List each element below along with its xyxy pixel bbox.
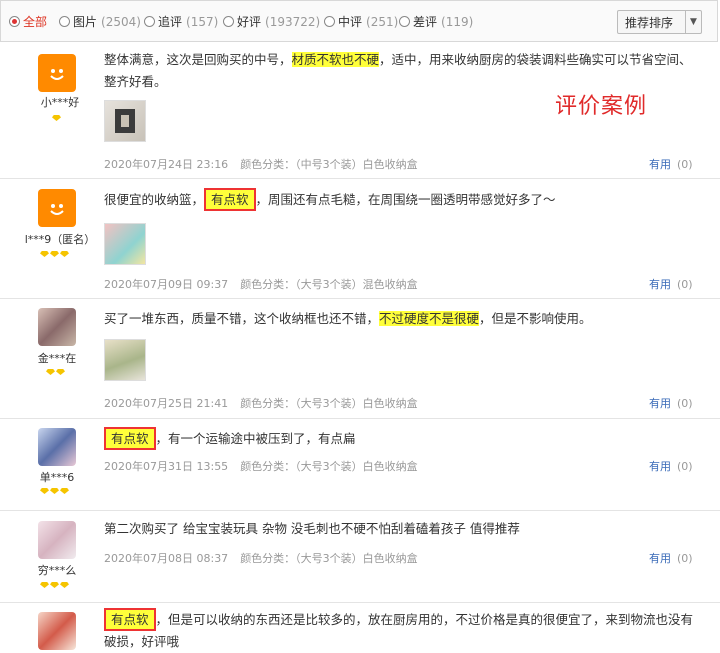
useful-link[interactable]: 有用 [649, 397, 671, 410]
review-meta: 2020年07月31日 13:55 颜色分类：（大号3个装）白色收纳盒 [104, 458, 418, 474]
useful-vote: 有用 (0) [649, 550, 693, 566]
reviewer-name: l***9（匿名） [24, 233, 96, 246]
product-option: 颜色分类：（大号3个装）混色收纳盒 [240, 278, 418, 291]
diamond-icon [56, 369, 65, 375]
reviewer-level-badge [52, 115, 61, 121]
radio-icon[interactable] [399, 16, 410, 27]
sort-label: 推荐排序 [625, 15, 674, 30]
review-item: 小***好 整体满意，这次是回购买的中号，材质不软也不硬，适中，用来收纳厨房的袋… [0, 42, 720, 179]
smiley-face-icon [50, 204, 64, 215]
reviewer-level-badge [40, 251, 69, 257]
radio-icon[interactable] [59, 16, 70, 27]
useful-vote: 有用 (0) [649, 395, 693, 411]
smiley-face-icon [50, 69, 64, 80]
review-text: 很便宜的收纳篮， 有点软 ，周围还有点毛糙，在周围绕一圈透明带感觉好多了～ [104, 188, 704, 211]
product-option: 颜色分类：（大号3个装）白色收纳盒 [240, 552, 418, 565]
useful-count: (0) [677, 460, 693, 473]
review-text: 有点软 ，有一个运输途中被压到了，有点扁 [104, 427, 704, 450]
diamond-icon [60, 582, 69, 588]
review-item: 穷***么 第二次购买了 给宝宝装玩具 杂物 没毛刺也不硬不怕刮着磕着孩子 值得… [0, 511, 720, 603]
useful-vote: 有用 (0) [649, 276, 693, 292]
review-item: l***9（匿名） 很便宜的收纳篮， 有点软 ，周围还有点毛糙，在周围绕一圈透明带感… [0, 179, 720, 299]
useful-count: (0) [677, 158, 693, 171]
filter-neutral[interactable]: 中评 (251) [324, 13, 398, 30]
useful-link[interactable]: 有用 [649, 278, 671, 291]
reviewer-level-badge [46, 369, 65, 375]
review-date: 2020年07月25日 21:41 [104, 397, 229, 410]
review-meta: 2020年07月09日 09:37 颜色分类：（大号3个装）混色收纳盒 [104, 276, 418, 292]
avatar [38, 521, 76, 559]
review-meta: 2020年07月25日 21:41 颜色分类：（大号3个装）白色收纳盒 [104, 395, 418, 411]
review-photo-thumbnail[interactable] [104, 100, 146, 142]
diamond-icon [40, 582, 49, 588]
reviewer-name: 穷***么 [37, 564, 77, 577]
review-meta: 2020年07月24日 23:16 颜色分类：（中号3个装）白色收纳盒 [104, 156, 418, 172]
diamond-icon [50, 488, 59, 494]
review-meta: 2020年07月08日 08:37 颜色分类：（大号3个装）白色收纳盒 [104, 550, 418, 566]
review-photo-thumbnail[interactable] [104, 223, 146, 265]
review-item: 有点软 ，但是可以收纳的东西还是比较多的，放在厨房用的，不过价格是真的很便宜了，来… [0, 603, 720, 650]
avatar [38, 308, 76, 346]
review-date: 2020年07月24日 23:16 [104, 158, 229, 171]
filter-images[interactable]: 图片 (2504) [59, 13, 141, 30]
photo-icon [115, 109, 135, 133]
radio-icon[interactable] [324, 16, 335, 27]
avatar [38, 428, 76, 466]
diamond-icon [60, 251, 69, 257]
avatar [38, 189, 76, 227]
useful-link[interactable]: 有用 [649, 552, 671, 565]
product-option: 颜色分类：（中号3个装）白色收纳盒 [240, 158, 418, 171]
chevron-down-icon[interactable]: ▼ [685, 11, 701, 33]
diamond-icon [52, 115, 61, 121]
reviewer-name: 单***6 [39, 471, 75, 484]
diamond-icon [50, 582, 59, 588]
review-text: 有点软 ，但是可以收纳的东西还是比较多的，放在厨房用的，不过价格是真的很便宜了，来… [104, 608, 694, 653]
review-text: 整体满意，这次是回购买的中号，材质不软也不硬，适中，用来收纳厨房的袋装调料些确实… [104, 52, 692, 89]
review-filter-bar: 全部 图片 (2504) 追评 (157) 好评 (193722) 中评 (25… [0, 0, 718, 42]
sort-dropdown[interactable]: 推荐排序 ▼ [617, 10, 702, 34]
review-date: 2020年07月08日 08:37 [104, 552, 229, 565]
useful-count: (0) [677, 397, 693, 410]
filter-all[interactable]: 全部 [9, 13, 51, 30]
review-date: 2020年07月31日 13:55 [104, 460, 229, 473]
useful-count: (0) [677, 278, 693, 291]
useful-vote: 有用 (0) [649, 156, 693, 172]
useful-link[interactable]: 有用 [649, 460, 671, 473]
diamond-icon [50, 251, 59, 257]
filter-negative[interactable]: 差评 (119) [399, 13, 473, 30]
radio-icon[interactable] [9, 16, 20, 27]
review-date: 2020年07月09日 09:37 [104, 278, 229, 291]
radio-icon[interactable] [223, 16, 234, 27]
diamond-icon [40, 488, 49, 494]
review-item: 金***在 买了一堆东西，质量不错，这个收纳框也还不错，不过硬度不是很硬，但是不… [0, 299, 720, 419]
reviewer-level-badge [40, 488, 69, 494]
review-item: 单***6 有点软 ，有一个运输途中被压到了，有点扁 2020年07月31日 13… [0, 419, 720, 511]
reviewer-name: 金***在 [37, 352, 77, 365]
product-option: 颜色分类：（大号3个装）白色收纳盒 [240, 460, 418, 473]
filter-follow-up[interactable]: 追评 (157) [144, 13, 218, 30]
reviewer-name: 小***好 [40, 96, 80, 109]
review-photo-thumbnail[interactable] [104, 339, 146, 381]
diamond-icon [40, 251, 49, 257]
useful-vote: 有用 (0) [649, 458, 693, 474]
avatar [38, 54, 76, 92]
useful-count: (0) [677, 552, 693, 565]
product-option: 颜色分类：（大号3个装）白色收纳盒 [240, 397, 418, 410]
radio-icon[interactable] [144, 16, 155, 27]
avatar [38, 612, 76, 650]
filter-positive[interactable]: 好评 (193722) [223, 13, 320, 30]
reviewer-level-badge [40, 582, 69, 588]
review-text: 买了一堆东西，质量不错，这个收纳框也还不错，不过硬度不是很硬，但是不影响使用。 [104, 311, 592, 326]
diamond-icon [46, 369, 55, 375]
diamond-icon [60, 488, 69, 494]
useful-link[interactable]: 有用 [649, 158, 671, 171]
review-text: 第二次购买了 给宝宝装玩具 杂物 没毛刺也不硬不怕刮着磕着孩子 值得推荐 [104, 521, 520, 536]
